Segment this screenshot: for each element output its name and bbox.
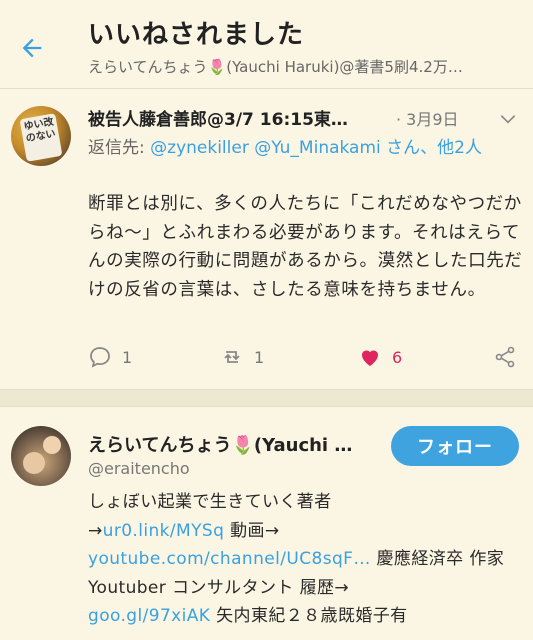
bio-text-1: しょぼい起業で生きていく著者 [88,492,332,512]
share-icon [495,346,515,368]
bio-text-5: 矢内東紀２８歳既婚子有 [210,606,408,626]
section-divider [0,389,533,407]
user-display-name[interactable]: えらいてんちょう🌷(Yauchi … [88,431,352,457]
like-button[interactable]: 6 [358,341,402,373]
reply-to-line: 返信先: @zynekiller @Yu_Minakami さん、他2人 [88,136,523,161]
retweet-button[interactable]: 1 [220,341,264,373]
bio-link-1[interactable]: ur0.link/MYSq [103,521,225,541]
user-handle: @eraitencho [88,459,190,478]
like-count: 6 [392,347,403,367]
app-header: いいねされました えらいてんちょう🌷(Yauchi Haruki)@著書5刷4.… [0,0,533,89]
page-title: いいねされました [88,20,305,50]
reply-icon [90,347,110,368]
tweet[interactable]: ゆい改のない 被告人藤倉善郎@3/7 16:15東… · 3月9日 返信先: @… [0,89,533,389]
retweet-icon [224,351,240,363]
tweet-author-name[interactable]: 被告人藤倉善郎@3/7 16:15東… [88,105,348,130]
avatar-sign: ゆい改のない [19,113,63,162]
follow-button[interactable]: フォロー [391,426,519,466]
page-subtitle: えらいてんちょう🌷(Yauchi Haruki)@著書5刷4.2万… [88,58,463,76]
bio-text-2: → [88,520,103,541]
bio-link-3[interactable]: goo.gl/97xiAK [88,606,210,626]
back-arrow-icon[interactable] [18,34,46,62]
reply-others[interactable]: さん、他2人 [381,138,482,158]
bio-text-3: 動画→ [224,520,280,541]
reply-prefix: 返信先: [88,138,151,158]
reply-count: 1 [122,347,133,367]
reply-mentions[interactable]: @zynekiller @Yu_Minakami [150,138,381,158]
share-button[interactable] [493,341,517,373]
chevron-down-icon[interactable] [498,109,518,129]
tweet-actions: 1 1 6 [88,341,523,373]
heart-icon [362,350,378,366]
tweet-date: · 3月9日 [396,110,459,129]
avatar-face-left [23,452,45,474]
reply-button[interactable]: 1 [88,341,132,373]
user-bio: しょぼい起業で生きていく著者 →ur0.link/MYSq 動画→ youtub… [88,488,528,631]
avatar-face-right [43,436,61,454]
tweet-author-avatar[interactable]: ゆい改のない [11,106,71,166]
bio-link-2[interactable]: youtube.com/channel/UC8sqF… [88,549,371,569]
user-card[interactable]: えらいてんちょう🌷(Yauchi … @eraitencho フォロー しょぼい… [0,406,533,640]
tweet-text: 断罪とは別に、多くの人たちに「これだめなやつだからね〜」とふれまわる必要がありま… [88,194,523,300]
user-avatar[interactable] [11,426,71,486]
retweet-count: 1 [254,347,265,367]
